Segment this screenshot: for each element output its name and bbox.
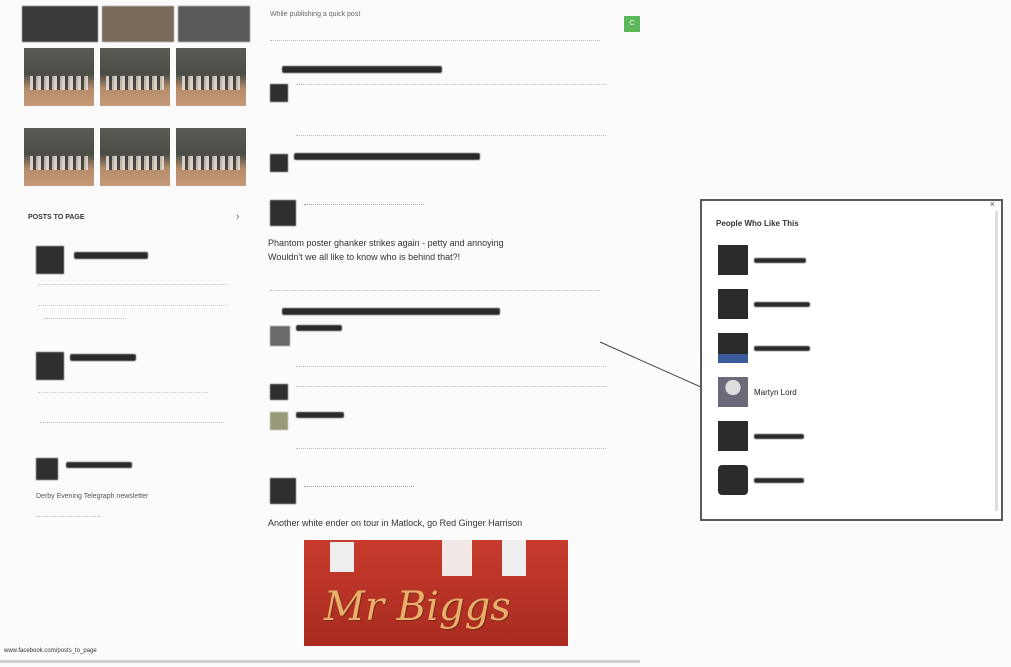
status-bar-line (0, 660, 640, 663)
avatar[interactable] (270, 326, 290, 346)
sign-text: Mr Biggs (324, 584, 511, 630)
poster (502, 540, 526, 576)
likes-popup: People Who Like This × Martyn Lord (700, 199, 1003, 521)
photo-thumb[interactable] (176, 48, 246, 106)
photo-thumb[interactable] (100, 128, 170, 186)
photo-thumb[interactable] (178, 6, 250, 42)
photo-grid (22, 0, 252, 200)
popup-title: People Who Like This (716, 219, 799, 228)
avatar[interactable] (270, 384, 288, 400)
post-meta (304, 204, 424, 211)
author-name[interactable] (296, 325, 342, 331)
avatar[interactable] (270, 84, 288, 102)
photo-thumb[interactable] (22, 6, 98, 42)
section-arrow-icon[interactable]: › (236, 211, 239, 222)
comment-thread-header (282, 308, 500, 315)
post-image[interactable]: Mr Biggs (304, 540, 568, 646)
top-text: While publishing a quick post (270, 11, 361, 18)
avatar[interactable] (36, 352, 64, 380)
person-row[interactable] (718, 465, 978, 495)
comment-text (296, 84, 606, 136)
post-text: Phantom poster ghanker strikes again - p… (268, 238, 504, 248)
photo-thumb[interactable] (100, 48, 170, 106)
left-post (36, 246, 246, 336)
person-name-redacted[interactable] (754, 478, 804, 483)
divider (270, 290, 600, 291)
post-snippet (38, 284, 228, 306)
person-name[interactable]: Martyn Lord (754, 388, 797, 397)
connector-line (599, 341, 713, 393)
poster (442, 540, 472, 576)
post-text: Wouldn't we all like to know who is behi… (268, 252, 461, 262)
author-name[interactable] (74, 252, 148, 259)
avatar[interactable] (270, 412, 288, 430)
person-row[interactable]: Martyn Lord (718, 377, 978, 407)
left-post (36, 352, 246, 442)
author-name[interactable] (66, 462, 132, 468)
person-name-redacted[interactable] (754, 434, 804, 439)
post-text: Another white ender on tour in Matlock, … (268, 518, 523, 528)
person-row[interactable] (718, 421, 978, 451)
status-bar: www.facebook.com/posts_to_page (4, 648, 97, 654)
divider (270, 40, 600, 41)
post-caption: Derby Evening Telegraph newsletter (36, 493, 149, 500)
photo-thumb[interactable] (102, 6, 174, 42)
person-name-redacted[interactable] (754, 346, 810, 351)
photo-thumb[interactable] (24, 48, 94, 106)
poster (330, 542, 354, 572)
post-meta (40, 422, 224, 429)
post-meta (36, 516, 100, 523)
avatar[interactable] (718, 377, 748, 407)
post-meta (44, 318, 124, 325)
photo-thumb[interactable] (24, 128, 94, 186)
avatar[interactable] (36, 246, 64, 274)
avatar[interactable] (270, 200, 296, 226)
avatar[interactable] (270, 154, 288, 172)
avatar[interactable] (718, 421, 748, 451)
photo-thumb[interactable] (176, 128, 246, 186)
close-icon[interactable]: × (990, 199, 995, 209)
avatar[interactable] (718, 465, 748, 495)
person-row[interactable] (718, 245, 978, 275)
share-button[interactable]: C (624, 16, 640, 32)
person-row[interactable] (718, 333, 978, 363)
avatar[interactable] (718, 245, 748, 275)
post-meta (304, 486, 414, 493)
section-title: POSTS TO PAGE (28, 214, 85, 221)
post-snippet (38, 392, 208, 405)
avatar[interactable] (718, 333, 748, 363)
avatar[interactable] (270, 478, 296, 504)
person-name-redacted[interactable] (754, 302, 810, 307)
person-row[interactable] (718, 289, 978, 319)
scrollbar[interactable] (995, 211, 998, 511)
comment-thread-header (282, 66, 442, 73)
author-name[interactable] (294, 153, 480, 160)
person-name-redacted[interactable] (754, 258, 806, 263)
avatar[interactable] (36, 458, 58, 480)
comment-text (296, 332, 606, 367)
comment-text (296, 386, 606, 397)
left-post: Derby Evening Telegraph newsletter (36, 458, 246, 528)
comment-text (296, 418, 606, 449)
avatar[interactable] (718, 289, 748, 319)
author-name[interactable] (70, 354, 136, 361)
